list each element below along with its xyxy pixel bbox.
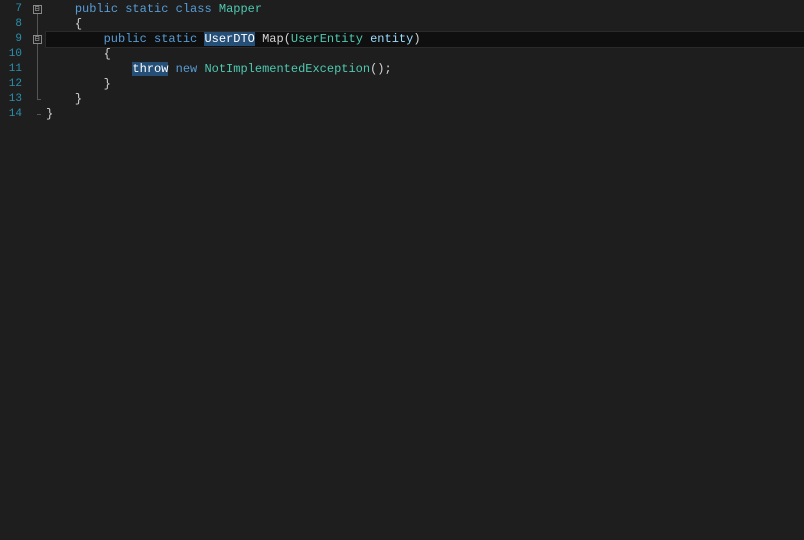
code-line-current[interactable]: public static UserDTO Map(UserEntity ent…: [46, 32, 804, 47]
code-editor[interactable]: 7 8 9 10 11 12 13 14 ⊟ ⊟ public static c…: [0, 0, 804, 540]
fold-toggle-icon[interactable]: ⊟: [33, 35, 42, 44]
line-number: 9: [0, 32, 28, 47]
code-line[interactable]: }: [46, 77, 804, 92]
code-line[interactable]: {: [46, 17, 804, 32]
line-number-gutter: 7 8 9 10 11 12 13 14: [0, 0, 28, 540]
fold-gutter: ⊟ ⊟: [28, 0, 46, 540]
line-number: 7: [0, 2, 28, 17]
line-number: 13: [0, 92, 28, 107]
code-area[interactable]: public static class Mapper { public stat…: [46, 0, 804, 540]
highlight: throw: [132, 62, 168, 76]
line-number: 8: [0, 17, 28, 32]
line-number: 12: [0, 77, 28, 92]
line-number: 10: [0, 47, 28, 62]
line-number: 11: [0, 62, 28, 77]
code-line[interactable]: {: [46, 47, 804, 62]
code-line[interactable]: public static class Mapper: [46, 2, 804, 17]
code-line[interactable]: }: [46, 107, 804, 122]
code-line[interactable]: throw new NotImplementedException();: [46, 62, 804, 77]
code-line[interactable]: }: [46, 92, 804, 107]
line-number: 14: [0, 107, 28, 122]
selection: UserDTO: [204, 32, 254, 46]
fold-toggle-icon[interactable]: ⊟: [33, 5, 42, 14]
